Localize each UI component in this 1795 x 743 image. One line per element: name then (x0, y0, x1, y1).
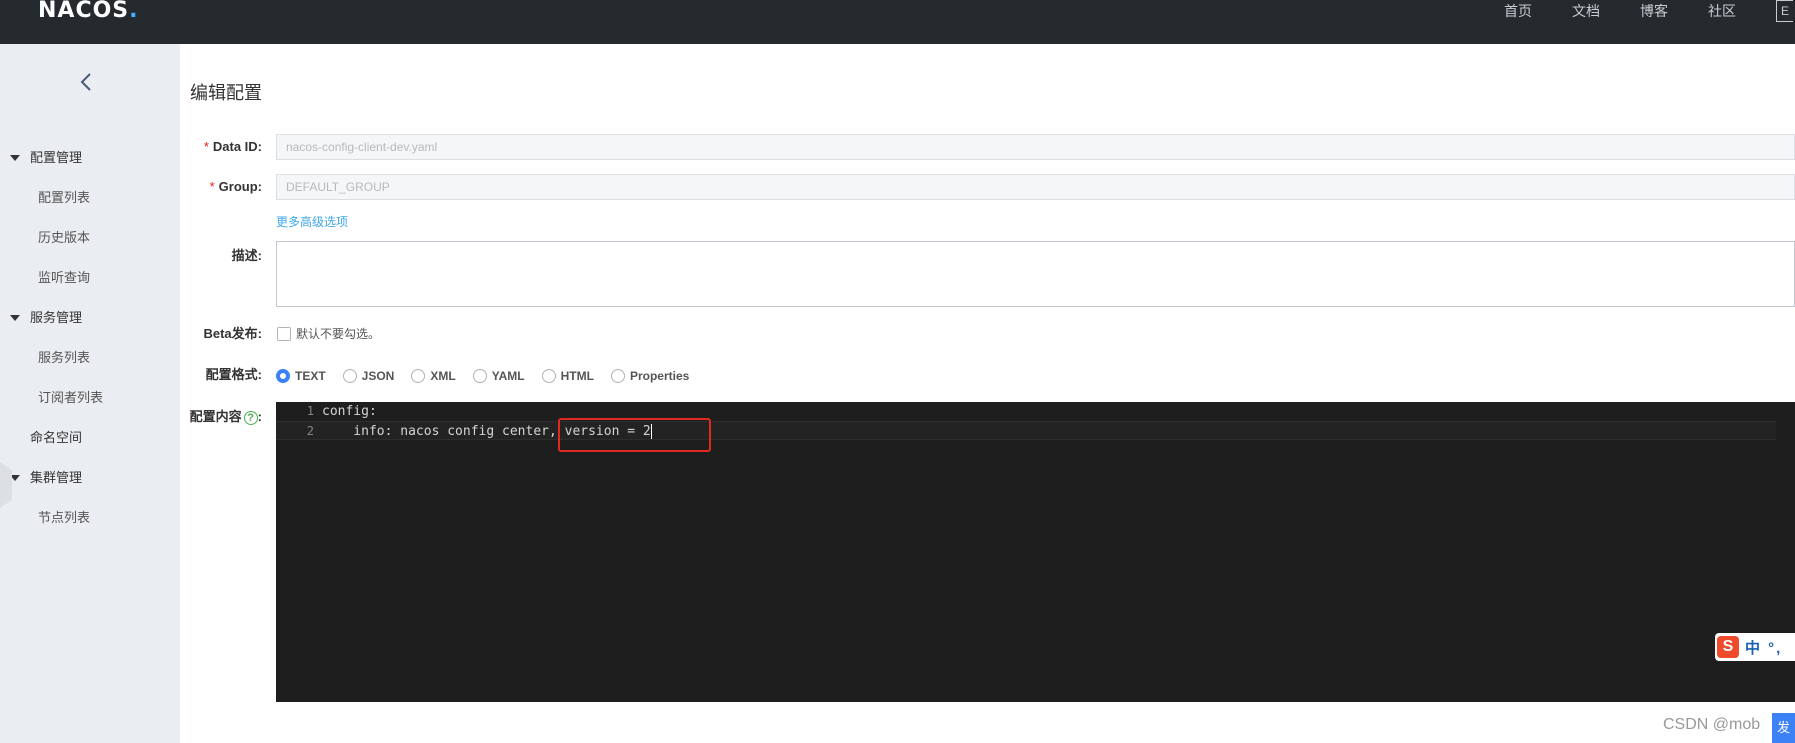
format-radio-group: TEXT JSON XML YAML HTML Properties (276, 367, 706, 385)
description-textarea[interactable] (276, 241, 1795, 307)
page-title: 编辑配置 (190, 83, 262, 103)
format-radio-yaml[interactable]: YAML (472, 369, 525, 383)
ime-mode-text: 中 °, (1745, 639, 1783, 657)
publish-button[interactable]: 发 (1772, 713, 1795, 743)
radio-icon (610, 369, 625, 383)
code-line: 1 config: (306, 404, 377, 419)
radio-icon (472, 369, 487, 383)
sidebar-item-node-list[interactable]: 节点列表 (38, 504, 90, 532)
language-switch-button[interactable]: E (1776, 0, 1793, 22)
annotation-highlight-box (558, 418, 711, 452)
group-input[interactable]: DEFAULT_GROUP (276, 174, 1795, 200)
nav-docs[interactable]: 文档 (1572, 0, 1600, 22)
description-label: 描述: (231, 248, 262, 263)
data-id-label: * Data ID: (203, 139, 262, 154)
sogou-ime-icon: S (1717, 636, 1739, 658)
data-id-input[interactable]: nacos-config-client-dev.yaml (276, 134, 1795, 160)
csdn-watermark: CSDN @mob (1663, 716, 1761, 733)
beta-checkbox[interactable] (277, 327, 291, 341)
beta-label: Beta发布: (203, 326, 262, 341)
format-radio-xml[interactable]: XML (411, 369, 456, 383)
group-label: * Group: (209, 179, 262, 194)
help-question-icon[interactable]: ? (243, 410, 258, 425)
config-content-editor[interactable]: 1 config: 2 info: nacos config center, ve… (276, 402, 1795, 702)
sidebar-group-cluster-management[interactable]: 集群管理 (0, 464, 180, 492)
ime-toolbar[interactable]: S 中 °, (1715, 633, 1795, 661)
collapse-chevron-left-icon[interactable] (75, 70, 99, 94)
content-label: 配置内容?: (189, 409, 262, 425)
nacos-logo[interactable]: NACOS. (38, 0, 139, 22)
radio-icon (342, 369, 357, 383)
format-radio-text[interactable]: TEXT (276, 369, 326, 383)
beta-checkbox-label: 默认不要勾选。 (296, 327, 381, 341)
format-radio-properties[interactable]: Properties (610, 369, 689, 383)
advanced-options-link[interactable]: 更多高级选项 (276, 213, 348, 231)
radio-checked-icon (276, 369, 290, 383)
nav-blog[interactable]: 博客 (1640, 0, 1668, 22)
top-nav: 首页 文档 博客 社区 E (1504, 0, 1795, 22)
top-header: NACOS. 首页 文档 博客 社区 E (0, 0, 1795, 44)
format-label: 配置格式: (205, 367, 262, 382)
code-line-active: 2 info: nacos config center, version = 2 (276, 421, 1776, 440)
nav-home[interactable]: 首页 (1504, 0, 1532, 22)
radio-icon (541, 369, 556, 383)
format-radio-html[interactable]: HTML (541, 369, 594, 383)
format-radio-json[interactable]: JSON (342, 369, 394, 383)
radio-icon (411, 369, 426, 383)
nav-community[interactable]: 社区 (1708, 0, 1736, 22)
